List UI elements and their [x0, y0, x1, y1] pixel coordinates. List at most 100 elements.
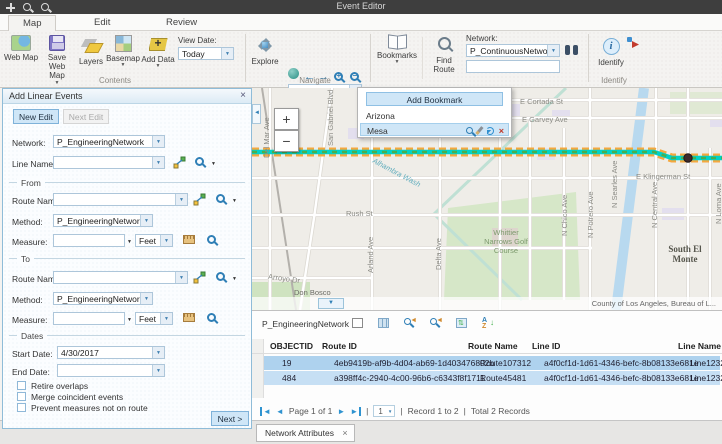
chevron-down-icon[interactable]: ▼	[232, 198, 237, 204]
measure-label: Measure:	[12, 315, 47, 325]
select-route-on-map-icon[interactable]	[193, 271, 206, 286]
bookmark-item-arizona[interactable]: Arizona	[360, 109, 509, 122]
bookmark-refresh-icon[interactable]	[486, 127, 494, 135]
route-point-marker	[684, 154, 692, 162]
collapse-table-button[interactable]	[318, 298, 344, 309]
chevron-down-icon[interactable]: ▼	[127, 239, 132, 245]
tab-edit[interactable]: Edit	[80, 15, 124, 31]
next-page-icon[interactable]: ►	[337, 407, 345, 416]
sort-icon[interactable]: AZ↓	[482, 317, 495, 329]
start-date-select[interactable]: 4/30/2017	[57, 346, 165, 359]
tab-map[interactable]: Map	[8, 15, 56, 31]
bookmark-delete-icon[interactable]: ×	[499, 127, 504, 135]
identify-button[interactable]: i Identify	[594, 35, 628, 67]
table-row[interactable]: 484 a398ff4c-2940-4c00-96b6-c6343f8f1711…	[264, 371, 720, 385]
add-bookmark-button[interactable]: Add Bookmark	[366, 92, 503, 106]
next-edit-button[interactable]: Next Edit	[63, 109, 109, 124]
line-name-select[interactable]	[53, 156, 165, 169]
identify-icon: i	[603, 38, 620, 55]
measure-zoom-icon[interactable]	[207, 313, 216, 324]
previous-page-icon[interactable]: ◄	[276, 407, 284, 416]
save-web-map-button[interactable]: Save Web Map ▼	[40, 35, 74, 86]
bookmark-item-mesa[interactable]: Mesa ×	[360, 123, 509, 136]
layers-icon	[82, 37, 100, 52]
find-route-button[interactable]: Find Route	[426, 35, 462, 75]
measure-zoom-icon[interactable]	[207, 235, 216, 246]
route-zoom-icon[interactable]	[216, 272, 225, 283]
select-line-on-map-icon[interactable]	[173, 156, 186, 171]
map-zoom-out-button[interactable]: −	[274, 130, 299, 152]
layers-button[interactable]: Layers	[76, 35, 106, 66]
map-label: Rush St	[346, 209, 373, 218]
close-icon[interactable]: ×	[240, 90, 246, 101]
retire-overlaps-checkbox[interactable]	[17, 381, 26, 390]
collapse-panel-button[interactable]	[252, 104, 261, 124]
from-route-name-select[interactable]	[53, 193, 188, 206]
chevron-down-icon[interactable]: ▼	[211, 161, 216, 167]
to-route-name-select[interactable]	[53, 271, 188, 284]
col-line-id[interactable]: Line ID	[532, 341, 560, 351]
map-zoom-in-button[interactable]: +	[274, 108, 299, 130]
select-route-on-map-icon[interactable]	[193, 193, 206, 208]
map-zoom-out-icon[interactable]: −	[350, 72, 359, 84]
explore-button[interactable]: Explore	[250, 35, 280, 66]
network-filter-input[interactable]	[466, 60, 560, 73]
add-data-button[interactable]: Add Data ▼	[140, 35, 176, 70]
measure-ruler-icon[interactable]	[183, 313, 195, 324]
view-date-select[interactable]: Today	[178, 47, 234, 60]
select-records-icon[interactable]	[352, 317, 365, 329]
zoom-to-selection-icon[interactable]: ◄	[404, 317, 417, 329]
from-measure-unit-select[interactable]: Feet	[135, 234, 173, 247]
first-page-icon[interactable]: ◄	[260, 407, 271, 416]
close-tab-icon[interactable]: ×	[342, 428, 347, 438]
prevent-measures-checkbox[interactable]	[17, 403, 26, 412]
new-edit-button[interactable]: New Edit	[13, 109, 59, 124]
explore-icon	[255, 35, 275, 55]
next-button[interactable]: Next >	[211, 411, 249, 426]
tab-network-attributes[interactable]: Network Attributes ×	[256, 424, 355, 442]
table-toolbar: P_EngineeringNetwork ◄ ◄ ⇅ AZ↓	[252, 311, 722, 337]
network-label: Network:	[466, 34, 498, 43]
basemap-button[interactable]: Basemap ▼	[106, 35, 140, 69]
network-select[interactable]: P_ContinuousNetwork	[466, 44, 560, 57]
chevron-down-icon	[160, 313, 172, 324]
chevron-down-icon	[547, 45, 559, 56]
basemap-dropdown-icon: ▼	[106, 63, 140, 69]
to-method-select[interactable]: P_EngineeringNetwork	[53, 292, 153, 305]
to-measure-unit-select[interactable]: Feet	[135, 312, 173, 325]
col-route-name[interactable]: Route Name	[468, 341, 518, 351]
chevron-down-icon[interactable]: ▼	[232, 276, 237, 282]
table-header: OBJECTID Route ID Route Name Line ID Lin…	[252, 339, 722, 354]
page-text: Page 1 of 1	[289, 406, 332, 416]
to-measure-input[interactable]	[53, 312, 125, 325]
from-method-select[interactable]: P_EngineeringNetwork	[53, 214, 153, 227]
from-measure-input[interactable]	[53, 234, 125, 247]
bookmark-zoom-icon[interactable]	[466, 127, 473, 134]
from-separator: From	[9, 182, 245, 183]
col-objectid[interactable]: OBJECTID	[270, 341, 313, 351]
tab-review[interactable]: Review	[152, 15, 211, 31]
line-zoom-icon[interactable]	[195, 157, 204, 168]
chevron-down-icon	[152, 157, 164, 168]
pan-to-selection-icon[interactable]: ◄	[430, 317, 443, 329]
route-zoom-icon[interactable]	[216, 194, 225, 205]
page-number-select[interactable]: 1	[373, 405, 395, 417]
switch-selection-icon[interactable]: ⇅	[456, 317, 469, 329]
panel-network-select[interactable]: P_EngineeringNetwork	[53, 135, 165, 148]
find-network-icon[interactable]	[565, 45, 578, 57]
table-view-icon[interactable]	[378, 317, 391, 329]
web-map-button[interactable]: Web Map	[2, 35, 40, 62]
table-row[interactable]: 19 4eb9419b-af9b-4d04-ab69-1d403476802b …	[264, 356, 720, 370]
line-name-label: Line Name:	[12, 159, 55, 169]
end-date-select[interactable]	[57, 364, 165, 377]
merge-coincident-checkbox[interactable]	[17, 392, 26, 401]
bookmark-edit-icon[interactable]	[475, 126, 483, 135]
panel-header: Add Linear Events ×	[3, 89, 251, 104]
col-line-name[interactable]: Line Name	[678, 341, 721, 351]
bookmarks-button[interactable]: Bookmarks ▼	[376, 35, 418, 66]
chevron-down-icon[interactable]: ▼	[127, 317, 132, 323]
measure-ruler-icon[interactable]	[183, 235, 195, 246]
last-page-icon[interactable]: ►	[350, 407, 361, 416]
ribbon-tabs: Map Edit Review	[0, 14, 722, 31]
col-route-id[interactable]: Route ID	[322, 341, 357, 351]
